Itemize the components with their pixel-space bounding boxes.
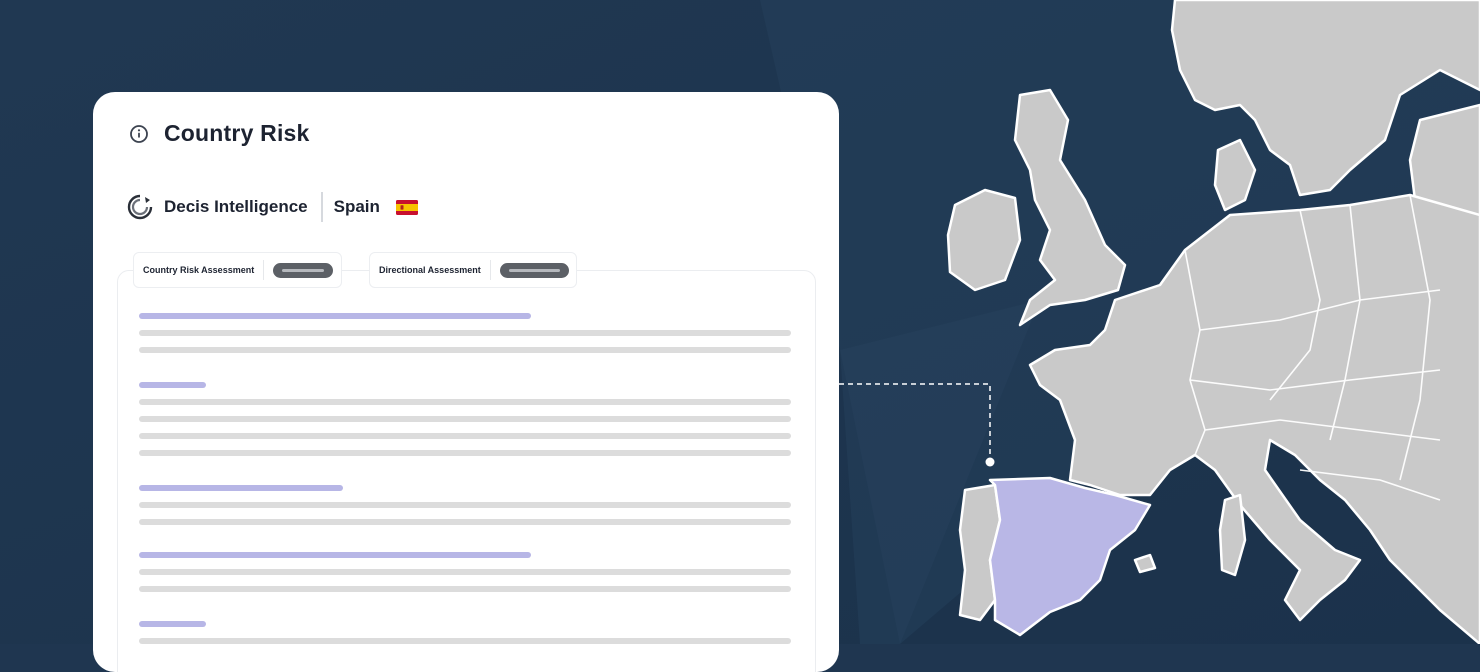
section-heading-bar bbox=[139, 552, 531, 558]
assessment-panel bbox=[117, 270, 816, 672]
tab-directional-assessment[interactable]: Directional Assessment bbox=[369, 252, 577, 288]
score-pill bbox=[273, 262, 334, 278]
tab-country-risk-assessment[interactable]: Country Risk Assessment bbox=[133, 252, 342, 288]
decis-logo-icon bbox=[127, 194, 153, 220]
brand-name: Decis Intelligence bbox=[164, 197, 308, 216]
tab-divider bbox=[489, 260, 491, 280]
text-line bbox=[139, 416, 791, 422]
brand-divider bbox=[320, 192, 323, 222]
section-heading-bar bbox=[139, 382, 206, 388]
tab-label: Directional Assessment bbox=[379, 265, 481, 275]
tab-label: Country Risk Assessment bbox=[143, 265, 255, 275]
spain-flag-icon bbox=[395, 199, 418, 215]
text-line bbox=[139, 450, 791, 456]
text-line bbox=[139, 347, 791, 353]
card-header: Country Risk bbox=[129, 120, 310, 147]
country-risk-card: Country Risk Decis Intelligence Spain Co… bbox=[93, 92, 839, 672]
info-icon[interactable] bbox=[129, 124, 149, 144]
text-line bbox=[139, 586, 791, 592]
text-line bbox=[139, 638, 791, 644]
page-title: Country Risk bbox=[164, 120, 310, 146]
text-line bbox=[139, 433, 791, 439]
brand-row: Decis Intelligence Spain bbox=[127, 191, 418, 223]
tab-divider bbox=[263, 260, 265, 280]
text-line bbox=[139, 569, 791, 575]
country-name: Spain bbox=[333, 197, 380, 216]
section-heading-bar bbox=[139, 485, 343, 491]
section-heading-bar bbox=[139, 621, 206, 627]
text-line bbox=[139, 399, 791, 405]
text-line bbox=[139, 519, 791, 525]
text-line bbox=[139, 502, 791, 508]
score-pill bbox=[499, 262, 569, 278]
section-heading-bar bbox=[139, 313, 531, 319]
text-line bbox=[139, 330, 791, 336]
